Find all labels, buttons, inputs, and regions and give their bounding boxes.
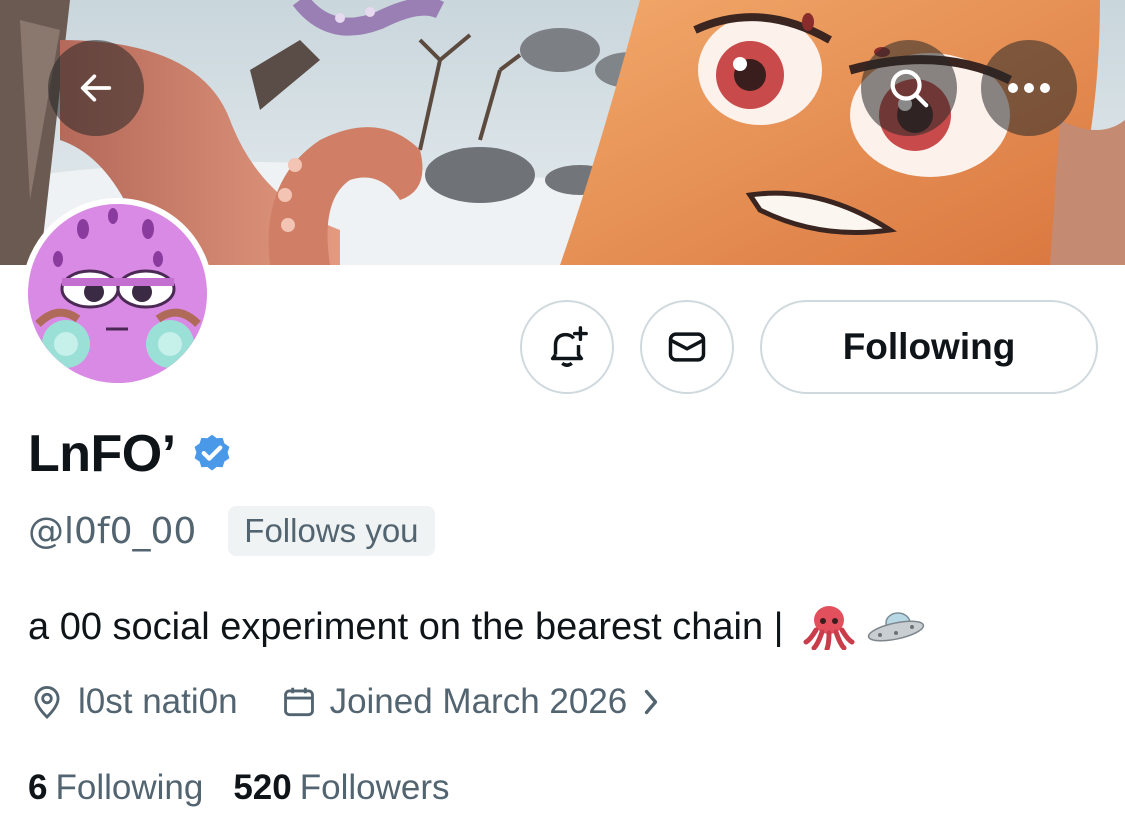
display-name: LnFO’	[28, 425, 176, 483]
search-button[interactable]	[861, 40, 957, 136]
profile-page: Following LnFO’ @l0f0_00 Follows you a 0…	[0, 0, 1125, 837]
location: l0st nati0n	[28, 682, 238, 722]
back-button[interactable]	[48, 40, 144, 136]
avatar[interactable]	[22, 198, 213, 389]
chevron-right-icon	[645, 689, 658, 715]
search-icon	[890, 69, 929, 108]
arrow-left-icon	[80, 74, 112, 102]
location-pin-icon	[34, 686, 60, 720]
bell-plus-icon	[550, 326, 588, 367]
octopus-emoji-icon	[803, 606, 855, 650]
bio: a 00 social experiment on the bearest ch…	[28, 604, 926, 650]
bio-emojis	[802, 604, 926, 650]
following-label: Following	[55, 768, 204, 807]
followers-count: 520	[233, 768, 292, 807]
avatar-image	[28, 204, 207, 383]
user-handle: @l0f0_00	[28, 510, 197, 552]
followers-count-link[interactable]: 520 Followers	[233, 768, 449, 808]
follows-you-badge: Follows you	[228, 506, 435, 556]
notifications-button[interactable]	[520, 300, 614, 394]
bio-text: a 00 social experiment on the bearest ch…	[28, 605, 784, 648]
handle-row: @l0f0_00 Follows you	[28, 506, 435, 556]
more-horizontal-icon	[1008, 83, 1050, 93]
verified-icon	[194, 434, 230, 470]
message-button[interactable]	[640, 300, 734, 394]
following-button[interactable]: Following	[760, 300, 1098, 394]
calendar-icon	[283, 687, 314, 717]
profile-meta: l0st nati0n Joined March 2026	[28, 682, 673, 722]
location-text: l0st nati0n	[78, 682, 238, 721]
joined-date[interactable]: Joined March 2026	[280, 682, 674, 722]
joined-text: Joined March 2026	[329, 682, 628, 721]
verified-badge-icon[interactable]	[190, 432, 234, 481]
follow-stats: 6 Following 520 Followers	[28, 768, 450, 808]
following-count-link[interactable]: 6 Following	[28, 768, 203, 808]
followers-label: Followers	[299, 768, 450, 807]
display-name-row: LnFO’	[28, 424, 234, 484]
flying-saucer-emoji-icon	[867, 612, 924, 642]
envelope-icon	[668, 332, 706, 362]
following-count: 6	[28, 768, 48, 807]
more-options-button[interactable]	[981, 40, 1077, 136]
